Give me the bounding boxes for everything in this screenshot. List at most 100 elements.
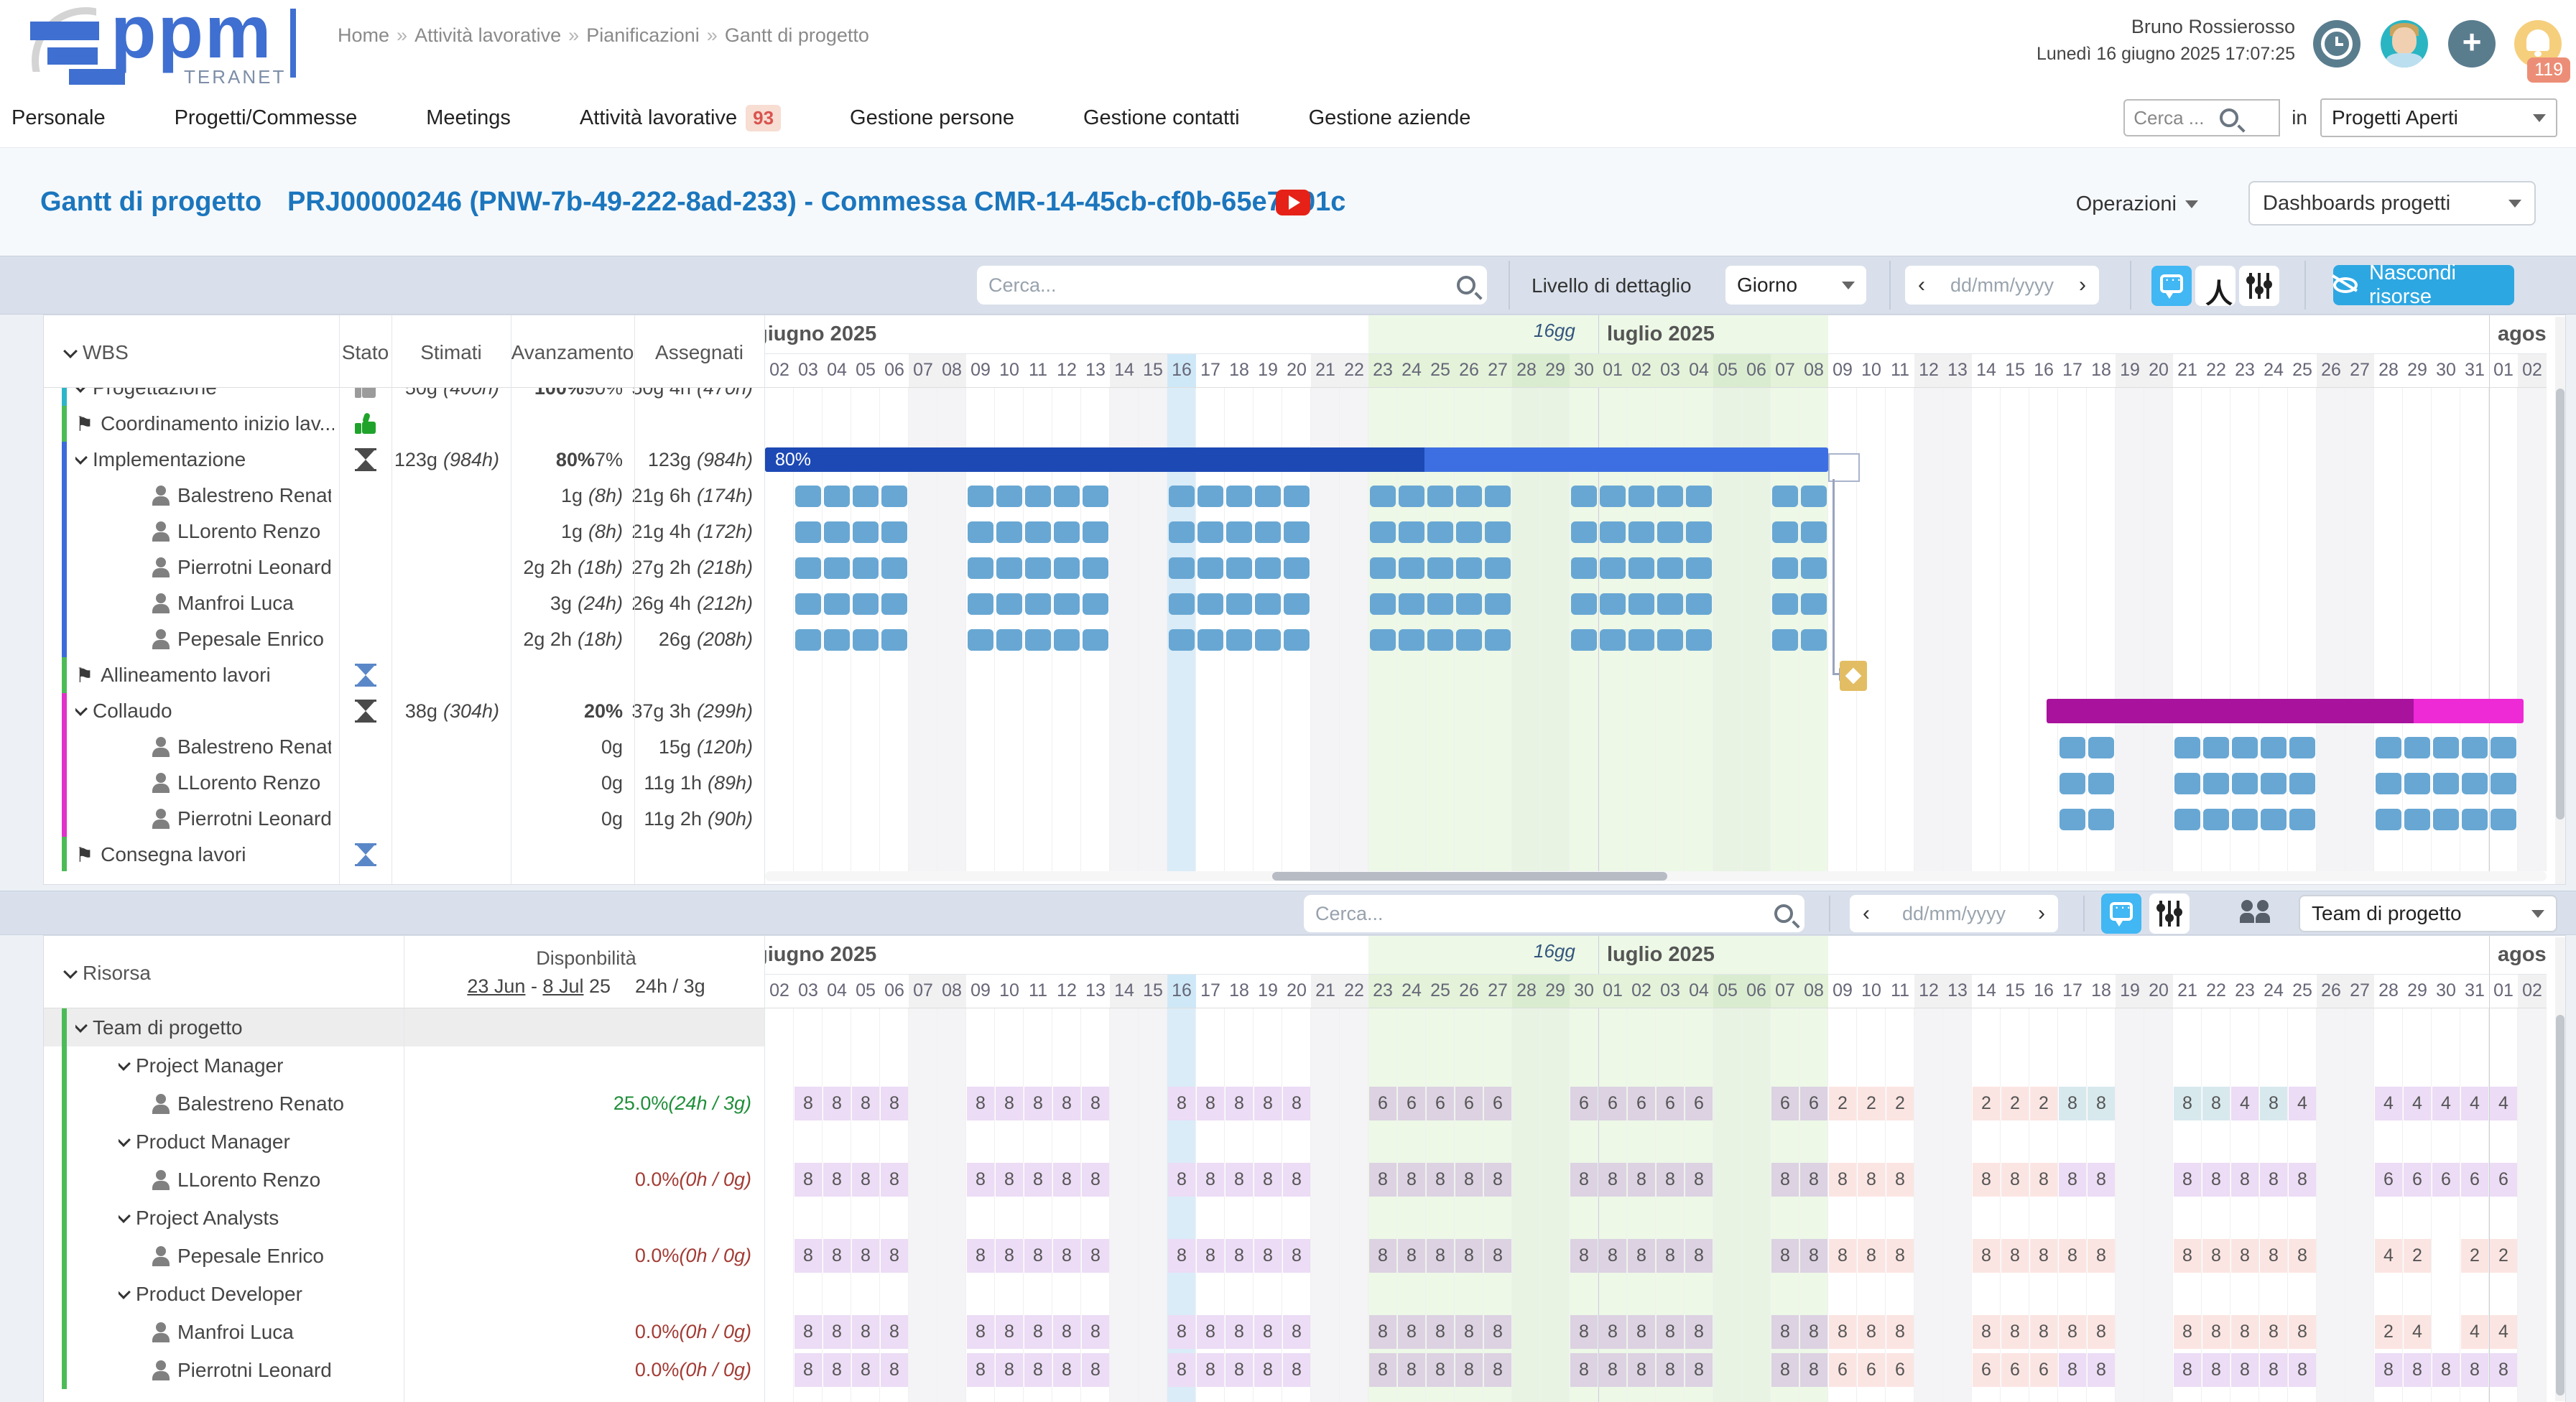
task-day-block[interactable] [1226, 593, 1252, 615]
allocation-cell[interactable]: 8 [1082, 1353, 1109, 1387]
timeline-day-cell[interactable]: 04 [1685, 975, 1713, 1008]
allocation-cell[interactable]: 8 [2059, 1239, 2086, 1273]
timeline-day-cell[interactable]: 10 [995, 354, 1024, 387]
allocation-cell[interactable]: 8 [1570, 1163, 1598, 1197]
task-day-block[interactable] [1284, 557, 1310, 579]
task-day-block[interactable] [1600, 521, 1626, 543]
allocation-cell[interactable]: 8 [1053, 1163, 1080, 1197]
date-input[interactable]: dd/mm/yyyy [1902, 903, 2006, 925]
task-day-block[interactable] [1801, 593, 1827, 615]
task-day-block[interactable] [1399, 486, 1424, 507]
timeline-day-cell[interactable]: 02 [1627, 354, 1656, 387]
allocation-cell[interactable]: 6 [1829, 1353, 1856, 1387]
resource-row[interactable]: Project Manager [44, 1046, 765, 1085]
task-day-block[interactable] [1370, 557, 1396, 579]
allocation-cell[interactable]: 8 [2432, 1353, 2460, 1387]
task-day-block[interactable] [1255, 486, 1281, 507]
task-day-block[interactable] [2433, 809, 2459, 830]
task-day-block[interactable] [968, 557, 993, 579]
allocation-cell[interactable]: 8 [2059, 1353, 2086, 1387]
timeline-day-cell[interactable]: 02 [2518, 975, 2547, 1008]
allocation-cell[interactable]: 2 [2490, 1239, 2517, 1273]
nav-item-personale[interactable]: Personale [11, 106, 106, 130]
task-day-block[interactable] [1226, 557, 1252, 579]
timeline-day-cell[interactable]: 21 [1311, 975, 1340, 1008]
timeline-day-cell[interactable]: 07 [1771, 354, 1799, 387]
task-day-block[interactable] [824, 557, 850, 579]
resource-row[interactable]: Pierrotni Leonard0.0% (0h / 0g) [44, 1351, 765, 1389]
task-day-block[interactable] [1083, 521, 1108, 543]
youtube-icon[interactable] [1276, 190, 1310, 215]
horizontal-scrollbar[interactable] [765, 871, 2547, 881]
wbs-row[interactable]: ⚑Coordinamento inizio lav... [44, 406, 765, 442]
allocation-cell[interactable]: 6 [1599, 1087, 1626, 1120]
allocation-cell[interactable]: 6 [2461, 1163, 2488, 1197]
timeline-day-cell[interactable]: 27 [1483, 354, 1512, 387]
task-day-block[interactable] [1226, 629, 1252, 651]
task-day-block[interactable] [1600, 593, 1626, 615]
timeline-day-cell[interactable]: 29 [2403, 354, 2432, 387]
allocation-cell[interactable]: 8 [1283, 1353, 1310, 1387]
allocation-cell[interactable]: 8 [794, 1315, 822, 1349]
allocation-cell[interactable]: 8 [1628, 1239, 1655, 1273]
allocation-cell[interactable]: 6 [2030, 1353, 2057, 1387]
allocation-cell[interactable]: 8 [2260, 1087, 2287, 1120]
column-header-risorsa[interactable]: Risorsa [65, 962, 367, 985]
allocation-cell[interactable]: 2 [1886, 1087, 1914, 1120]
allocation-cell[interactable]: 8 [1283, 1163, 1310, 1197]
task-day-block[interactable] [2404, 809, 2430, 830]
nav-item-meetings[interactable]: Meetings [426, 106, 511, 130]
allocation-cell[interactable]: 8 [2260, 1239, 2287, 1273]
timeline-day-cell[interactable]: 06 [1742, 354, 1771, 387]
timeline-day-cell[interactable]: 13 [1081, 354, 1110, 387]
allocation-cell[interactable]: 4 [2289, 1087, 2316, 1120]
wbs-row[interactable]: Collaudo38g (304h)20%37g 3h (299h) [44, 693, 765, 729]
allocation-cell[interactable]: 8 [2174, 1163, 2201, 1197]
task-day-block[interactable] [795, 557, 821, 579]
task-day-block[interactable] [2232, 773, 2258, 794]
timeline-day-cell[interactable]: 18 [1225, 975, 1254, 1008]
allocation-cell[interactable]: 8 [2030, 1315, 2057, 1349]
allocation-cell[interactable]: 8 [1254, 1163, 1282, 1197]
allocation-cell[interactable]: 8 [996, 1087, 1023, 1120]
timeline-day-cell[interactable]: 11 [1024, 354, 1052, 387]
task-day-block[interactable] [1456, 629, 1482, 651]
timeline-day-cell[interactable]: 05 [1713, 975, 1742, 1008]
allocation-cell[interactable]: 8 [1082, 1239, 1109, 1273]
comments-toggle-button[interactable] [2151, 266, 2192, 306]
allocation-cell[interactable]: 6 [1484, 1087, 1511, 1120]
resources-search-input[interactable]: Cerca... [1304, 895, 1804, 932]
allocation-cell[interactable]: 8 [1858, 1239, 1885, 1273]
task-day-block[interactable] [1657, 629, 1683, 651]
timeline-day-cell[interactable]: 25 [2288, 354, 2317, 387]
timeline-day-cell[interactable]: 05 [851, 975, 880, 1008]
task-day-block[interactable] [2088, 773, 2114, 794]
task-day-block[interactable] [1628, 629, 1654, 651]
allocation-cell[interactable]: 8 [1570, 1315, 1598, 1349]
gantt-date-nav[interactable]: ‹ dd/mm/yyyy › [1905, 266, 2099, 305]
allocation-cell[interactable]: 8 [2202, 1239, 2230, 1273]
task-day-block[interactable] [1025, 629, 1051, 651]
task-day-block[interactable] [2060, 773, 2085, 794]
timeline-day-cell[interactable]: 15 [2001, 354, 2029, 387]
column-header-assegnati[interactable]: Assegnati [634, 341, 764, 364]
timeline-day-cell[interactable]: 22 [2202, 975, 2230, 1008]
task-day-block[interactable] [1025, 557, 1051, 579]
task-day-block[interactable] [1571, 521, 1597, 543]
timeline-day-cell[interactable]: 08 [937, 975, 966, 1008]
timeline-day-cell[interactable]: 28 [1512, 975, 1541, 1008]
timeline-day-cell[interactable]: 27 [2345, 354, 2374, 387]
summary-bar[interactable] [2047, 699, 2524, 723]
timeline-day-cell[interactable]: 25 [2288, 975, 2317, 1008]
allocation-cell[interactable]: 8 [1082, 1315, 1109, 1349]
allocation-cell[interactable]: 8 [1484, 1353, 1511, 1387]
allocation-cell[interactable]: 6 [1685, 1087, 1713, 1120]
task-day-block[interactable] [1255, 521, 1281, 543]
task-day-block[interactable] [1197, 629, 1223, 651]
allocation-cell[interactable]: 8 [1226, 1315, 1253, 1349]
date-input[interactable]: dd/mm/yyyy [1950, 274, 2054, 297]
timeline-day-cell[interactable]: 04 [823, 975, 851, 1008]
allocation-cell[interactable]: 8 [967, 1315, 994, 1349]
task-day-block[interactable] [881, 486, 907, 507]
task-day-block[interactable] [1197, 593, 1223, 615]
